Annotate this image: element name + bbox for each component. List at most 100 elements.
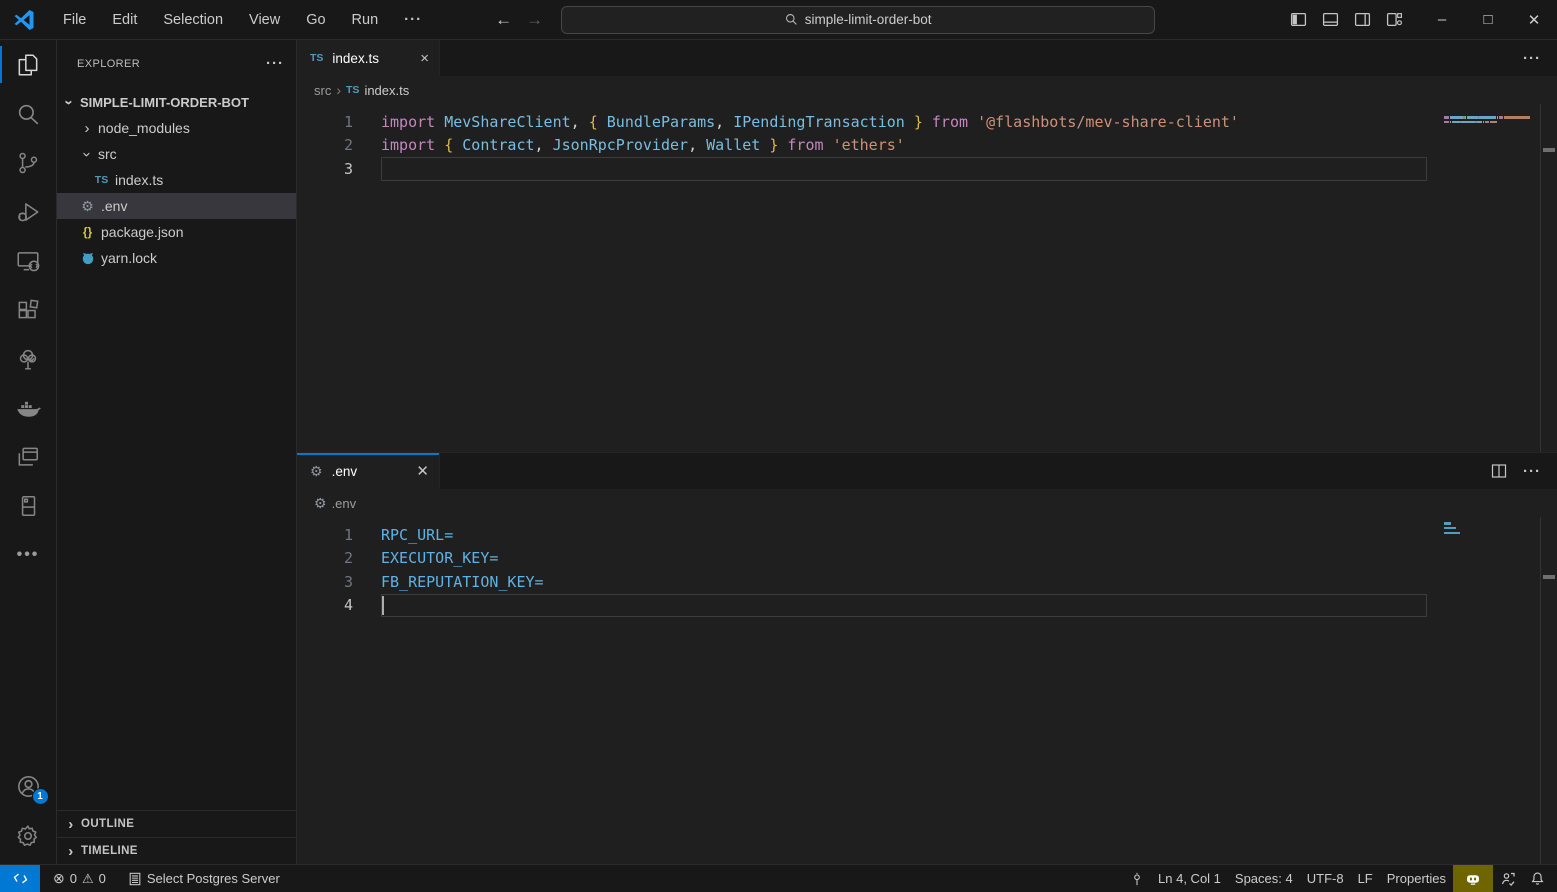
minimize-button[interactable]: –: [1419, 0, 1465, 40]
line-text: FB_REPUTATION_KEY=: [353, 573, 544, 591]
language-label: Properties: [1387, 871, 1446, 886]
extensions-activity-icon[interactable]: [0, 285, 57, 334]
toggle-panel-icon[interactable]: [1319, 9, 1341, 31]
tree-item-index-ts[interactable]: TS index.ts: [57, 167, 296, 193]
history-navigation: ← →: [495, 10, 543, 30]
forward-arrow-icon[interactable]: →: [526, 10, 543, 30]
testing-tree-activity-icon[interactable]: [0, 334, 57, 383]
tree-item-node-modules[interactable]: › node_modules: [57, 115, 296, 141]
file-label: .env: [101, 198, 127, 214]
notifications-indicator[interactable]: [1523, 865, 1557, 892]
settings-gear-icon[interactable]: [0, 811, 57, 860]
code-line[interactable]: 2EXECUTOR_KEY=: [297, 547, 1557, 571]
tree-item-src[interactable]: › src: [57, 141, 296, 167]
line-text: EXECUTOR_KEY=: [353, 549, 498, 567]
more-actions-icon[interactable]: ···: [1523, 50, 1541, 67]
toggle-primary-sidebar-icon[interactable]: [1287, 9, 1309, 31]
breadcrumb-file[interactable]: .env: [332, 496, 357, 511]
eol-indicator[interactable]: LF: [1351, 865, 1380, 892]
breadcrumb-src[interactable]: src: [314, 83, 331, 98]
close-tab-icon[interactable]: ✕: [416, 462, 429, 480]
language-mode-indicator[interactable]: Properties: [1380, 865, 1453, 892]
run-debug-activity-icon[interactable]: [0, 187, 57, 236]
file-tree: › SIMPLE-LIMIT-ORDER-BOT › node_modules …: [57, 89, 296, 271]
code-line[interactable]: 4: [297, 594, 1557, 618]
breadcrumb-file[interactable]: index.ts: [364, 83, 409, 98]
storage-activity-icon[interactable]: [0, 481, 57, 530]
vscode-window: File Edit Selection View Go Run ··· ← → …: [0, 0, 1557, 892]
source-control-activity-icon[interactable]: [0, 138, 57, 187]
env-gear-file-icon: ⚙: [310, 464, 323, 478]
maximize-button[interactable]: □: [1465, 0, 1511, 40]
error-count: 0: [70, 871, 77, 886]
tab-bar-bottom: ⚙ .env ✕ ···: [297, 453, 1557, 489]
accounts-icon[interactable]: 1: [0, 762, 57, 811]
postgres-server-selector[interactable]: Select Postgres Server: [121, 865, 287, 892]
menu-run[interactable]: Run: [339, 0, 392, 40]
file-label: yarn.lock: [101, 250, 157, 266]
back-arrow-icon[interactable]: ←: [495, 10, 512, 30]
code-line[interactable]: 3: [297, 157, 1557, 181]
code-editor-env[interactable]: 1RPC_URL=2EXECUTOR_KEY=3FB_REPUTATION_KE…: [297, 517, 1557, 864]
menu-file[interactable]: File: [50, 0, 99, 40]
chevron-right-icon: ›: [336, 82, 341, 98]
remote-explorer-activity-icon[interactable]: [0, 236, 57, 285]
menu-edit[interactable]: Edit: [99, 0, 150, 40]
remote-indicator[interactable]: [0, 865, 40, 892]
editor-group-top: TS index.ts × ··· src › TS index.ts 1imp…: [297, 40, 1557, 452]
line-number: 3: [297, 573, 353, 591]
menu-selection[interactable]: Selection: [150, 0, 236, 40]
editor-actions-bottom: ···: [1491, 453, 1557, 489]
vertical-scrollbar[interactable]: [1540, 104, 1557, 452]
command-center-search[interactable]: simple-limit-order-bot: [561, 6, 1155, 34]
postgres-label: Select Postgres Server: [147, 871, 280, 886]
customize-layout-icon[interactable]: [1383, 9, 1405, 31]
copilot-status[interactable]: [1453, 865, 1493, 892]
minimap[interactable]: [1444, 522, 1539, 536]
menu-more-icon[interactable]: ···: [391, 0, 435, 40]
accounts-badge: 1: [32, 788, 49, 805]
outline-label: OUTLINE: [81, 818, 134, 830]
explorer-activity-icon[interactable]: [0, 40, 57, 89]
docker-activity-icon[interactable]: [0, 383, 57, 432]
ports-indicator[interactable]: [1123, 865, 1151, 892]
chevron-right-icon: ›: [65, 817, 77, 832]
more-views-icon[interactable]: •••: [0, 530, 57, 579]
timeline-section-header[interactable]: › TIMELINE: [57, 837, 296, 864]
close-tab-icon[interactable]: ×: [420, 50, 429, 67]
tree-item-env[interactable]: ⚙ .env: [57, 193, 296, 219]
tree-root-folder[interactable]: › SIMPLE-LIMIT-ORDER-BOT: [57, 89, 296, 115]
minimap[interactable]: [1444, 116, 1539, 126]
menu-view[interactable]: View: [236, 0, 293, 40]
tree-item-yarn-lock[interactable]: yarn.lock: [57, 245, 296, 271]
live-preview-activity-icon[interactable]: [0, 432, 57, 481]
tab-index-ts[interactable]: TS index.ts ×: [297, 40, 440, 76]
tab-env[interactable]: ⚙ .env ✕: [297, 453, 440, 489]
cursor-position-indicator[interactable]: Ln 4, Col 1: [1151, 865, 1228, 892]
code-line[interactable]: 2import { Contract, JsonRpcProvider, Wal…: [297, 134, 1557, 158]
code-line[interactable]: 1RPC_URL=: [297, 523, 1557, 547]
split-editor-icon[interactable]: [1491, 463, 1507, 479]
indentation-indicator[interactable]: Spaces: 4: [1228, 865, 1300, 892]
problems-indicator[interactable]: ⊗ 0 ⚠ 0: [46, 865, 113, 892]
vertical-scrollbar[interactable]: [1540, 517, 1557, 864]
feedback-indicator[interactable]: [1493, 865, 1523, 892]
line-text: import MevShareClient, { BundleParams, I…: [353, 113, 1239, 131]
close-window-button[interactable]: ✕: [1511, 0, 1557, 40]
code-line[interactable]: 1import MevShareClient, { BundleParams, …: [297, 110, 1557, 134]
code-editor-index-ts[interactable]: 1import MevShareClient, { BundleParams, …: [297, 104, 1557, 452]
toggle-secondary-sidebar-icon[interactable]: [1351, 9, 1373, 31]
chevron-right-icon: ›: [65, 844, 77, 859]
search-activity-icon[interactable]: [0, 89, 57, 138]
explorer-more-actions-icon[interactable]: ···: [266, 55, 284, 72]
tab-label: .env: [332, 464, 358, 479]
outline-section-header[interactable]: › OUTLINE: [57, 810, 296, 837]
breadcrumb-bottom: ⚙ .env: [297, 489, 1557, 517]
menu-go[interactable]: Go: [293, 0, 338, 40]
more-actions-icon[interactable]: ···: [1523, 463, 1541, 480]
code-line[interactable]: 3FB_REPUTATION_KEY=: [297, 570, 1557, 594]
typescript-file-icon: TS: [310, 52, 323, 64]
tree-item-package-json[interactable]: {} package.json: [57, 219, 296, 245]
file-label: package.json: [101, 224, 184, 240]
encoding-indicator[interactable]: UTF-8: [1300, 865, 1351, 892]
